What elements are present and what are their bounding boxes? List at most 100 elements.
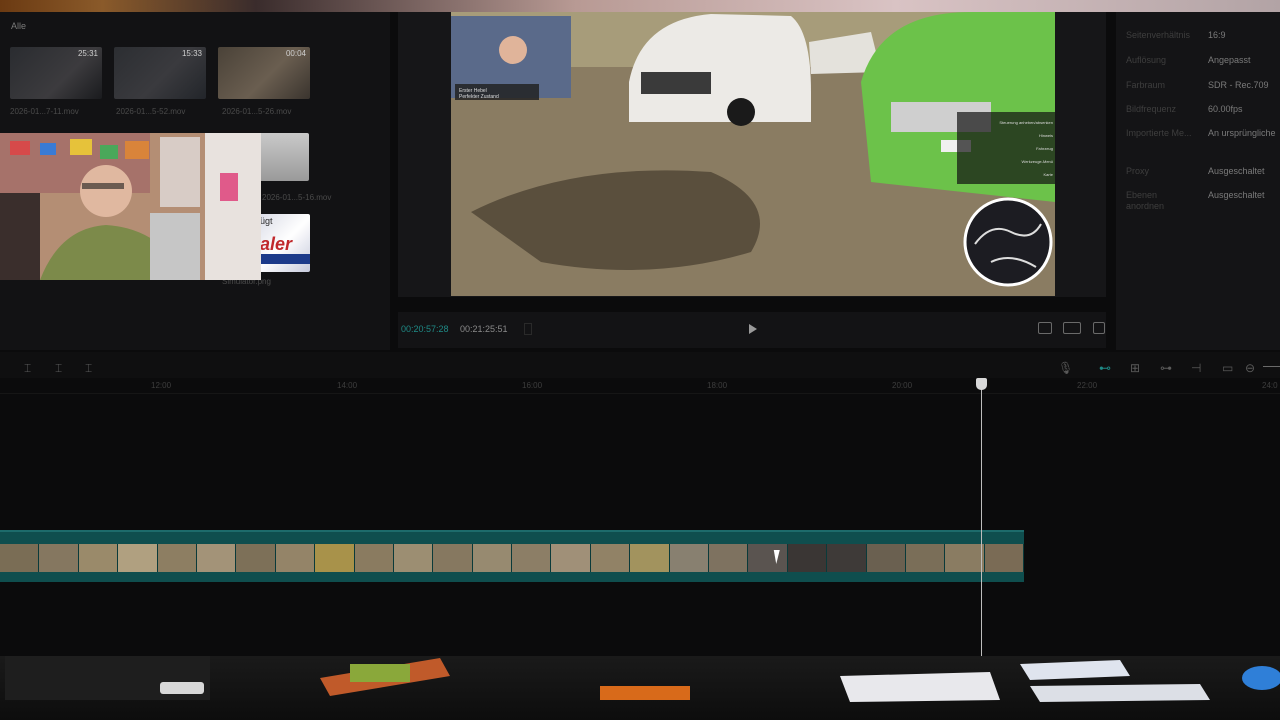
snapshot-icon[interactable]	[1038, 322, 1052, 334]
desk-photo	[5, 656, 1280, 702]
clip-frame	[630, 544, 670, 572]
ruler-label: 18:00	[707, 381, 728, 390]
ruler-label: 12:00	[151, 381, 172, 390]
inspector-value[interactable]: SDR - Rec.709	[1208, 80, 1269, 90]
media-thumbnail[interactable]: 25:31	[10, 47, 102, 99]
inspector-label: Farbraum	[1126, 80, 1166, 90]
snap-icon[interactable]: ⊞	[1130, 361, 1140, 375]
clip-frame	[748, 544, 788, 572]
viewer-video-frame[interactable]: Erster Hebel Perfekter Zustand Steuerung…	[451, 12, 1055, 296]
media-thumbnail[interactable]: 00:04	[218, 47, 310, 99]
clip-frame	[827, 544, 867, 572]
inspector-label: Bildfrequenz	[1126, 104, 1177, 114]
clip-frame	[512, 544, 552, 572]
inspector-value[interactable]: 16:9	[1208, 30, 1226, 40]
viewer-controls: 00:20:57:28 00:21:25:51	[398, 312, 1106, 348]
game-hud-item: Werkzeuge-Menü	[1021, 159, 1054, 164]
timecode-current: 00:20:57:28	[401, 324, 449, 334]
clip-frame	[905, 544, 946, 572]
game-webcam-caption-2: Perfekter Zustand	[459, 94, 499, 100]
game-hud-item: Karte	[1043, 172, 1053, 177]
inspector-value[interactable]: 60.00fps	[1208, 104, 1243, 114]
zoom-out-icon[interactable]: ⊖	[1245, 361, 1255, 375]
inspector-value[interactable]: Ausgeschaltet	[1208, 190, 1265, 200]
thumbnail-caption: 2026-01...5-52.mov	[116, 107, 186, 116]
microphone-icon[interactable]: 🎙	[1058, 361, 1073, 375]
game-hud-item: Steuerung anheben/absenken	[999, 120, 1053, 125]
clip-frame	[472, 544, 513, 572]
play-icon[interactable]	[749, 324, 757, 334]
playhead-handle[interactable]	[976, 378, 987, 390]
svg-text:aler: aler	[260, 234, 293, 254]
thumbnail-duration: 25:31	[77, 49, 98, 58]
webcam-overlay	[0, 133, 261, 280]
inspector-label: Auflösung	[1126, 55, 1167, 65]
clip-frame	[0, 544, 40, 572]
clip-frame	[709, 544, 749, 572]
fullscreen-icon[interactable]	[1093, 322, 1105, 334]
clip-frame	[354, 544, 394, 572]
view-options-icon[interactable]: ▭	[1222, 361, 1233, 375]
video-clip[interactable]	[0, 530, 1025, 582]
playhead-line[interactable]	[981, 384, 982, 656]
blade-tool-icon[interactable]: ⌶	[85, 361, 92, 376]
select-tool-icon[interactable]: ⌶	[24, 361, 31, 376]
clip-frame	[236, 544, 276, 572]
clip-frame	[315, 544, 355, 572]
clip-frame	[590, 544, 631, 572]
desk-background	[0, 656, 1280, 720]
inspector-label: Importierte Me...	[1126, 128, 1192, 138]
inspector-panel: Seitenverhältnis 16:9 Auflösung Angepass…	[1116, 12, 1280, 350]
clip-frame	[157, 544, 197, 572]
ripple-icon[interactable]: ⊶	[1160, 361, 1172, 375]
thumbnail-duration: 15:33	[181, 49, 202, 58]
inspector-value[interactable]: Angepasst	[1208, 55, 1251, 65]
link-icon[interactable]: ⊷	[1099, 361, 1111, 375]
media-thumbnail[interactable]: 15:33	[114, 47, 206, 99]
media-thumbnail[interactable]: ügt aler	[258, 214, 310, 272]
split-icon[interactable]: ⊣	[1191, 361, 1201, 375]
ruler-label: 14:00	[337, 381, 358, 390]
clip-frame	[945, 544, 985, 572]
clip-frame	[275, 544, 316, 572]
timeline-tracks[interactable]	[0, 395, 1280, 657]
clip-frame	[984, 544, 1025, 572]
timeline-toolbar: ⌶ ⌶ ⌶ 🎙 ⊷ ⊞ ⊶ ⊣ ▭ ⊖	[0, 352, 1280, 380]
ruler-label: 22:00	[1077, 381, 1098, 390]
clip-frame	[866, 544, 906, 572]
timecode-total: 00:21:25:51	[460, 324, 508, 334]
clip-frame	[196, 544, 237, 572]
media-thumbnail[interactable]	[258, 133, 309, 181]
clip-frame	[393, 544, 434, 572]
webcam-person-image	[0, 133, 261, 280]
ruler-label: 20:00	[892, 381, 913, 390]
clip-frame	[118, 544, 158, 572]
trim-tool-icon[interactable]: ⌶	[55, 361, 62, 376]
inspector-label: Proxy	[1126, 166, 1150, 176]
inspector-label: Ebenen anordnen	[1126, 190, 1165, 211]
clip-frame	[78, 544, 119, 572]
clip-frame	[551, 544, 591, 572]
clip-frame	[433, 544, 473, 572]
ruler-label: 16:00	[522, 381, 543, 390]
timeline-ruler[interactable]: 12:00 14:00 16:00 18:00 20:00 22:00 24:0	[0, 378, 1280, 394]
thumbnail-caption: 2026-01...5-16.mov	[262, 193, 332, 202]
thumbnail-caption: 2026-01...7-11.mov	[10, 107, 79, 116]
game-hud-item: Hinweis	[1038, 133, 1053, 138]
game-hud-item: Fahrzeug	[1036, 146, 1053, 151]
media-pool-filter-label[interactable]: Alle	[11, 21, 26, 31]
clip-frame	[787, 544, 828, 572]
audio-meter-icon[interactable]	[524, 323, 532, 335]
zoom-slider[interactable]	[1263, 366, 1280, 367]
svg-text:ügt: ügt	[260, 216, 273, 226]
ruler-label: 24:0	[1262, 381, 1278, 390]
thumbnail-caption: 2026-01...5-26.mov	[222, 107, 292, 116]
clip-frame	[669, 544, 710, 572]
inspector-value[interactable]: An ursprüngliche	[1208, 128, 1276, 138]
clip-frame	[39, 544, 79, 572]
simulator-logo-icon: ügt aler	[258, 216, 310, 264]
clip-filmstrip	[0, 544, 1025, 572]
thumbnail-duration: 00:04	[285, 49, 306, 58]
zoom-fit-icon[interactable]	[1063, 322, 1081, 334]
inspector-value[interactable]: Ausgeschaltet	[1208, 166, 1265, 176]
